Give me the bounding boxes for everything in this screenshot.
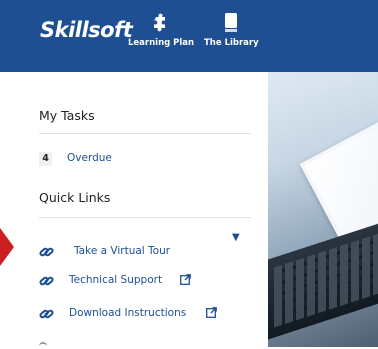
top-navigation-bar: Skillsoft Learning Plan The Library <box>0 0 378 72</box>
link-icon <box>39 247 54 257</box>
book-icon <box>225 13 238 32</box>
skillsoft-logo[interactable]: Skillsoft <box>40 18 133 42</box>
hero-image <box>268 72 378 347</box>
puzzle-icon <box>154 13 166 32</box>
keyboard-graphic <box>268 220 378 340</box>
quick-link-technical-support[interactable]: Technical Support <box>39 273 219 291</box>
red-pointer-arrow <box>0 228 14 266</box>
quick-link-label: Technical Support <box>69 274 163 286</box>
overdue-count-badge: 4 <box>39 152 52 166</box>
external-link-icon <box>180 274 191 285</box>
divider <box>39 217 251 218</box>
nav-the-library-label: The Library <box>204 38 259 48</box>
link-icon <box>39 276 54 286</box>
chevron-down-icon[interactable]: ▼ <box>232 232 240 243</box>
link-icon <box>39 309 54 319</box>
quick-link-virtual-tour[interactable]: Take a Virtual Tour <box>39 244 239 262</box>
sidebar-panel: My Tasks 4 Overdue Quick Links Take a Vi… <box>15 72 268 347</box>
nav-learning-plan-label: Learning Plan <box>128 38 195 48</box>
divider <box>39 133 251 134</box>
quick-link-download-instructions[interactable]: Download Instructions <box>39 306 239 324</box>
quick-links-heading: Quick Links <box>39 190 111 205</box>
nav-learning-plan[interactable]: Learning Plan <box>128 12 194 48</box>
external-link-icon <box>206 307 217 318</box>
overdue-link[interactable]: Overdue <box>67 152 112 164</box>
quick-link-label: Take a Virtual Tour <box>74 245 171 257</box>
quick-link-label: Download Instructions <box>69 307 187 319</box>
nav-the-library[interactable]: The Library <box>204 12 259 48</box>
partial-list-item <box>39 342 47 349</box>
my-tasks-heading: My Tasks <box>39 108 95 123</box>
